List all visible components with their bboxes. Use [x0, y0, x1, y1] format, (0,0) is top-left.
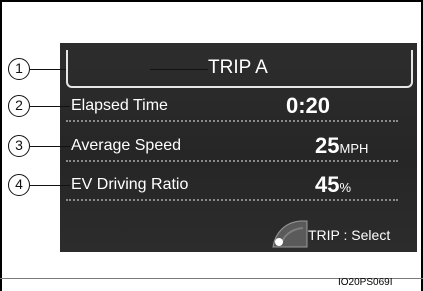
callout-1-leader-b — [150, 69, 208, 70]
elapsed-time-value: 0:20 — [286, 93, 331, 118]
dotted-separator-2 — [66, 160, 398, 162]
dotted-separator-3 — [66, 199, 398, 201]
average-speed-number: 25 — [315, 133, 340, 158]
callout-4: 4 — [8, 174, 30, 196]
ev-driving-ratio-number: 45 — [315, 172, 340, 197]
callout-3: 3 — [8, 135, 30, 157]
callout-2-leader — [30, 106, 70, 107]
elapsed-time-label: Elapsed Time — [71, 97, 168, 114]
trip-select-label: TRIP : Select — [308, 227, 391, 243]
ev-driving-ratio-unit: % — [339, 180, 352, 195]
callout-1-leader-a — [30, 69, 66, 70]
trip-title: TRIP A — [208, 57, 268, 78]
ev-driving-ratio-label: EV Driving Ratio — [71, 176, 189, 193]
callout-1: 1 — [8, 58, 30, 80]
manual-figure: TRIP A Elapsed Time 0:20 Average Speed 2… — [0, 0, 423, 291]
figure-code: IO20PS069I — [338, 277, 393, 288]
ev-driving-ratio-value: 45% — [315, 173, 351, 200]
callout-2: 2 — [8, 95, 30, 117]
average-speed-unit: MPH — [339, 141, 369, 156]
dotted-separator-1 — [66, 120, 398, 122]
steering-switch-icon — [272, 220, 308, 248]
figure-frame-left — [0, 0, 2, 291]
callout-3-leader — [30, 146, 70, 147]
average-speed-value: 25MPH — [315, 134, 368, 161]
average-speed-label: Average Speed — [71, 137, 182, 154]
figure-frame-top — [0, 0, 423, 2]
callout-4-leader — [30, 185, 70, 186]
